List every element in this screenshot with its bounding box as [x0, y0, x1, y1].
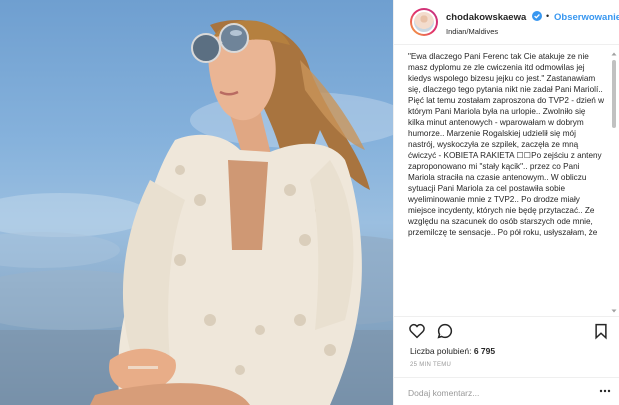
avatar[interactable] — [410, 8, 438, 36]
scroll-up-icon[interactable] — [610, 50, 618, 58]
post-photo[interactable] — [0, 0, 393, 405]
caption-text: "Ewa dlaczego Pani Ferenc tak Cie atakuj… — [408, 52, 604, 237]
likes-number: 6 795 — [473, 346, 496, 356]
bookmark-icon[interactable] — [592, 322, 610, 340]
photo-illustration — [0, 20, 393, 405]
comment-bubble-icon[interactable] — [436, 322, 454, 340]
scroll-thumb[interactable] — [612, 60, 616, 128]
post-sidebar: chodakowskaewa • Obserwowanie Indian/Mal… — [393, 0, 619, 405]
scroll-down-icon[interactable] — [610, 307, 618, 315]
post-timestamp[interactable]: 25 MIN TEMU — [410, 362, 451, 368]
more-options-icon[interactable] — [599, 388, 611, 394]
separator-dot: • — [546, 11, 550, 21]
post-header: chodakowskaewa • Obserwowanie Indian/Mal… — [394, 0, 619, 45]
caption-scrollbar[interactable] — [610, 50, 618, 315]
likes-label: Liczba polubień: — [410, 346, 472, 356]
verified-badge-icon — [532, 11, 542, 21]
caption-area[interactable]: "Ewa dlaczego Pani Ferenc tak Cie atakuj… — [408, 51, 604, 313]
action-bar — [394, 316, 619, 344]
follow-button[interactable]: Obserwowanie — [554, 12, 619, 23]
heart-icon[interactable] — [408, 322, 426, 340]
comment-bar — [394, 377, 619, 405]
location-link[interactable]: Indian/Maldives — [446, 27, 498, 36]
comment-input[interactable] — [408, 386, 558, 400]
likes-count[interactable]: Liczba polubień: 6 795 — [410, 346, 495, 356]
username-link[interactable]: chodakowskaewa — [446, 12, 526, 23]
